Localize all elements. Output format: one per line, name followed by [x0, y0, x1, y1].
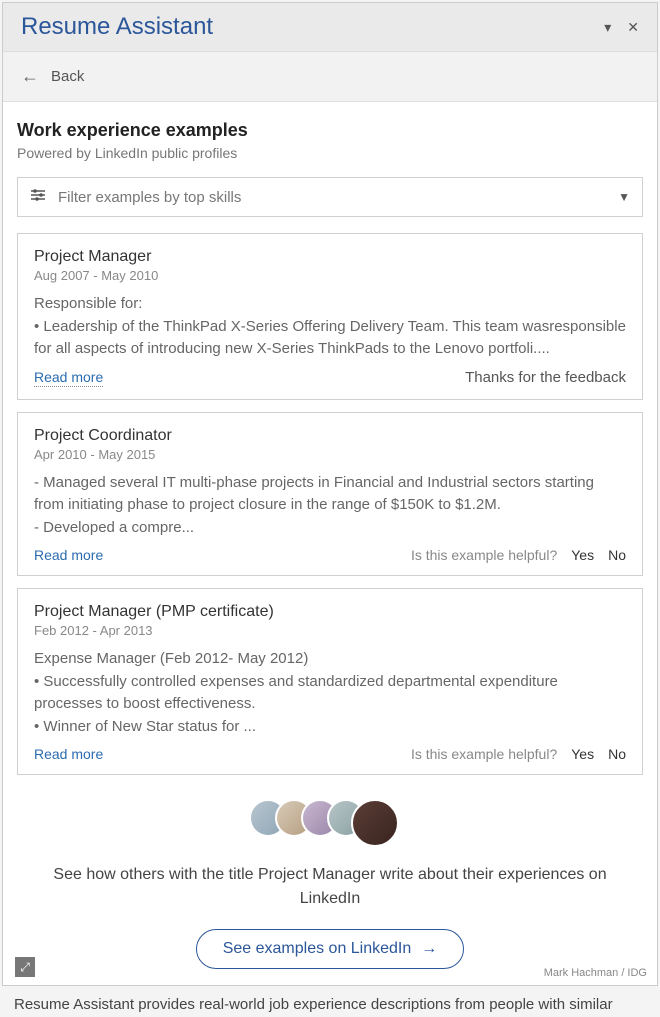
- caption-text: Resume Assistant provides real-world job…: [0, 988, 660, 1017]
- helpful-yes[interactable]: Yes: [571, 547, 594, 563]
- avatar: [351, 799, 399, 847]
- filter-dropdown[interactable]: Filter examples by top skills ▼: [17, 177, 643, 217]
- example-dates: Aug 2007 - May 2010: [34, 268, 626, 283]
- filter-placeholder: Filter examples by top skills: [58, 189, 241, 206]
- expand-icon[interactable]: ⤢: [15, 957, 35, 977]
- titlebar: Resume Assistant ▾ ✕: [3, 3, 657, 52]
- chevron-down-icon: ▼: [618, 190, 630, 204]
- back-label: Back: [51, 68, 84, 85]
- helpful-no[interactable]: No: [608, 746, 626, 762]
- example-body: - Managed several IT multi-phase project…: [34, 472, 626, 540]
- example-card: Project Manager (PMP certificate) Feb 20…: [17, 588, 643, 775]
- example-title: Project Coordinator: [34, 427, 626, 445]
- example-dates: Feb 2012 - Apr 2013: [34, 623, 626, 638]
- example-body: Expense Manager (Feb 2012- May 2012) • S…: [34, 648, 626, 738]
- section-subtitle: Powered by LinkedIn public profiles: [17, 145, 643, 161]
- read-more-link[interactable]: Read more: [34, 369, 103, 387]
- helpful-prompt: Is this example helpful? Yes No: [411, 547, 626, 563]
- helpful-no[interactable]: No: [608, 547, 626, 563]
- helpful-question: Is this example helpful?: [411, 746, 557, 762]
- section-title: Work experience examples: [17, 120, 643, 141]
- filter-icon: [30, 188, 46, 206]
- helpful-question: Is this example helpful?: [411, 547, 557, 563]
- dropdown-icon[interactable]: ▾: [604, 19, 611, 36]
- see-examples-linkedin-button[interactable]: See examples on LinkedIn →: [196, 929, 465, 969]
- read-more-link[interactable]: Read more: [34, 547, 103, 563]
- example-card: Project Manager Aug 2007 - May 2010 Resp…: [17, 233, 643, 400]
- example-title: Project Manager: [34, 248, 626, 266]
- resume-assistant-panel: Resume Assistant ▾ ✕ ← Back Work experie…: [2, 2, 658, 986]
- arrow-right-icon: →: [421, 940, 437, 958]
- back-bar[interactable]: ← Back: [3, 52, 657, 102]
- read-more-link[interactable]: Read more: [34, 746, 103, 762]
- example-title: Project Manager (PMP certificate): [34, 603, 626, 621]
- avatar-stack: [17, 799, 643, 847]
- image-credit: Mark Hachman / IDG: [544, 967, 647, 979]
- back-arrow-icon[interactable]: ←: [21, 66, 39, 87]
- example-body: Responsible for: • Leadership of the Thi…: [34, 293, 626, 361]
- feedback-thanks: Thanks for the feedback: [465, 369, 626, 386]
- example-dates: Apr 2010 - May 2015: [34, 447, 626, 462]
- helpful-yes[interactable]: Yes: [571, 746, 594, 762]
- close-icon[interactable]: ✕: [627, 19, 639, 36]
- see-examples-label: See examples on LinkedIn: [223, 940, 412, 958]
- example-card: Project Coordinator Apr 2010 - May 2015 …: [17, 412, 643, 577]
- content-area: Work experience examples Powered by Link…: [3, 102, 657, 985]
- panel-title: Resume Assistant: [21, 13, 213, 41]
- helpful-prompt: Is this example helpful? Yes No: [411, 746, 626, 762]
- titlebar-actions: ▾ ✕: [604, 19, 639, 36]
- see-how-text: See how others with the title Project Ma…: [17, 863, 643, 911]
